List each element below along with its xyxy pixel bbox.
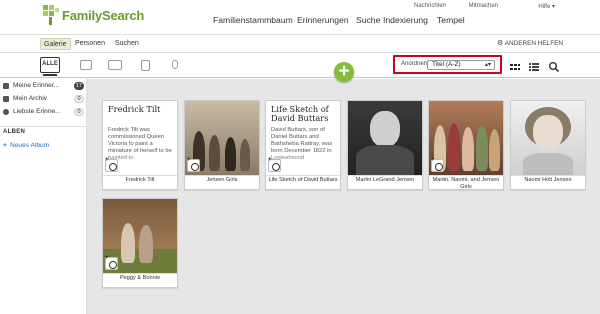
tree-icon bbox=[43, 5, 60, 25]
new-album-label: Neues Album bbox=[10, 142, 50, 149]
tag-person-icon[interactable] bbox=[268, 157, 281, 172]
nav-memories[interactable]: Erinnerungen bbox=[297, 15, 349, 25]
book-icon bbox=[108, 60, 122, 70]
logo-text: FamilySearch bbox=[62, 7, 145, 23]
memory-card[interactable]: Naomi Holt Jensen bbox=[510, 100, 586, 190]
memories-subnav: Galerie Personen Suchen ⚙ ANDEREN HELFEN bbox=[0, 34, 600, 53]
memory-card[interactable]: Martin LeGrand Jensen bbox=[347, 100, 423, 190]
albums-heading: ALBEN bbox=[3, 129, 26, 135]
photo-icon bbox=[80, 60, 92, 70]
sidebar-item-my-memories[interactable]: Meine Erinner... 17 bbox=[0, 80, 87, 92]
familysearch-logo[interactable]: FamilySearch bbox=[43, 5, 144, 25]
memory-photo bbox=[348, 101, 422, 175]
nav-family-tree[interactable]: Familienstammbaum bbox=[213, 15, 293, 25]
help-link[interactable]: Hilfe ▾ bbox=[538, 3, 555, 10]
sidebar-item-label: Mein Archiv bbox=[13, 95, 48, 102]
memory-card[interactable]: Life Sketch of David Buttars David Butta… bbox=[265, 100, 341, 190]
card-caption: Martin LeGrand Jensen bbox=[348, 175, 422, 190]
heart-icon bbox=[3, 109, 9, 115]
memory-card[interactable]: Fredrick Tilt Fredrick Tilt was commissi… bbox=[102, 100, 178, 190]
sort-label: Anordnen: bbox=[401, 61, 429, 67]
card-caption: Peggy & Bonnie bbox=[103, 273, 177, 288]
contribute-link[interactable]: Mitmachen bbox=[469, 3, 498, 9]
filter-documents[interactable] bbox=[104, 57, 126, 73]
card-caption: Martin, Naomi, and Jensen Girls bbox=[429, 175, 503, 190]
help-others-link[interactable]: ⚙ ANDEREN HELFEN bbox=[497, 38, 563, 50]
nav-temple[interactable]: Tempel bbox=[437, 15, 465, 25]
top-header: FamilySearch Nachrichten Mitmachen Hilfe… bbox=[0, 0, 600, 34]
new-album-link[interactable]: + Neues Album bbox=[3, 142, 49, 149]
grid-view-icon[interactable] bbox=[509, 60, 521, 72]
sort-value: Titel (A-Z) bbox=[432, 61, 461, 68]
sidebar: Meine Erinner... 17 Mein Archiv 0 Liebst… bbox=[0, 78, 87, 314]
sort-control: Anordnen: Titel (A-Z) ▴▾ bbox=[393, 55, 502, 74]
add-memory-button[interactable]: + bbox=[334, 62, 354, 82]
card-caption: Fredrick Tilt bbox=[103, 175, 177, 190]
count-badge: 0 bbox=[74, 108, 84, 116]
tag-person-icon[interactable] bbox=[187, 157, 200, 172]
tag-person-icon[interactable] bbox=[105, 157, 118, 172]
count-badge: 17 bbox=[73, 82, 84, 90]
story-title: Life Sketch of David Buttars bbox=[271, 104, 329, 123]
list-view-icon[interactable] bbox=[528, 60, 540, 72]
nav-search[interactable]: Suche bbox=[356, 15, 380, 25]
card-caption: Jensen Girls bbox=[185, 175, 259, 190]
archive-icon bbox=[3, 96, 9, 102]
story-title: Fredrick Tilt bbox=[108, 104, 161, 114]
filter-stories[interactable] bbox=[135, 57, 157, 73]
memory-photo bbox=[511, 101, 585, 175]
filter-all[interactable]: ALLE bbox=[40, 57, 60, 76]
sidebar-divider bbox=[0, 126, 87, 127]
memory-card[interactable]: Martin, Naomi, and Jensen Girls bbox=[428, 100, 504, 190]
sidebar-item-label: Meine Erinner... bbox=[13, 82, 60, 89]
tab-gallery[interactable]: Galerie bbox=[40, 38, 71, 50]
tab-people[interactable]: Personen bbox=[72, 38, 108, 50]
count-badge: 0 bbox=[74, 95, 84, 103]
select-arrows-icon: ▴▾ bbox=[484, 62, 491, 68]
filter-photos[interactable] bbox=[75, 57, 97, 73]
search-icon[interactable] bbox=[548, 60, 560, 73]
plus-icon: + bbox=[3, 142, 7, 149]
tab-find[interactable]: Suchen bbox=[112, 38, 142, 50]
memory-card[interactable]: Jensen Girls bbox=[184, 100, 260, 190]
sidebar-item-label: Liebste Erinne... bbox=[13, 108, 61, 115]
story-icon bbox=[141, 60, 150, 71]
messages-link[interactable]: Nachrichten bbox=[414, 3, 446, 9]
gear-icon: ⚙ bbox=[497, 40, 504, 47]
microphone-icon bbox=[172, 60, 178, 69]
card-caption: Life Sketch of David Buttars bbox=[266, 175, 340, 190]
sort-select[interactable]: Titel (A-Z) ▴▾ bbox=[427, 60, 495, 70]
tag-person-icon[interactable] bbox=[105, 255, 118, 270]
sidebar-item-my-archive[interactable]: Mein Archiv 0 bbox=[0, 93, 87, 105]
tag-person-icon[interactable] bbox=[431, 157, 444, 172]
grid-icon bbox=[3, 83, 9, 89]
filter-audio[interactable] bbox=[164, 57, 186, 73]
memories-gallery: Fredrick Tilt Fredrick Tilt was commissi… bbox=[87, 79, 600, 314]
sidebar-item-favorites[interactable]: Liebste Erinne... 0 bbox=[0, 106, 87, 118]
nav-indexing[interactable]: Indexierung bbox=[383, 15, 428, 25]
card-caption: Naomi Holt Jensen bbox=[511, 175, 585, 190]
help-others-label: ANDEREN HELFEN bbox=[504, 40, 563, 47]
memory-card[interactable]: Peggy & Bonnie bbox=[102, 198, 178, 288]
